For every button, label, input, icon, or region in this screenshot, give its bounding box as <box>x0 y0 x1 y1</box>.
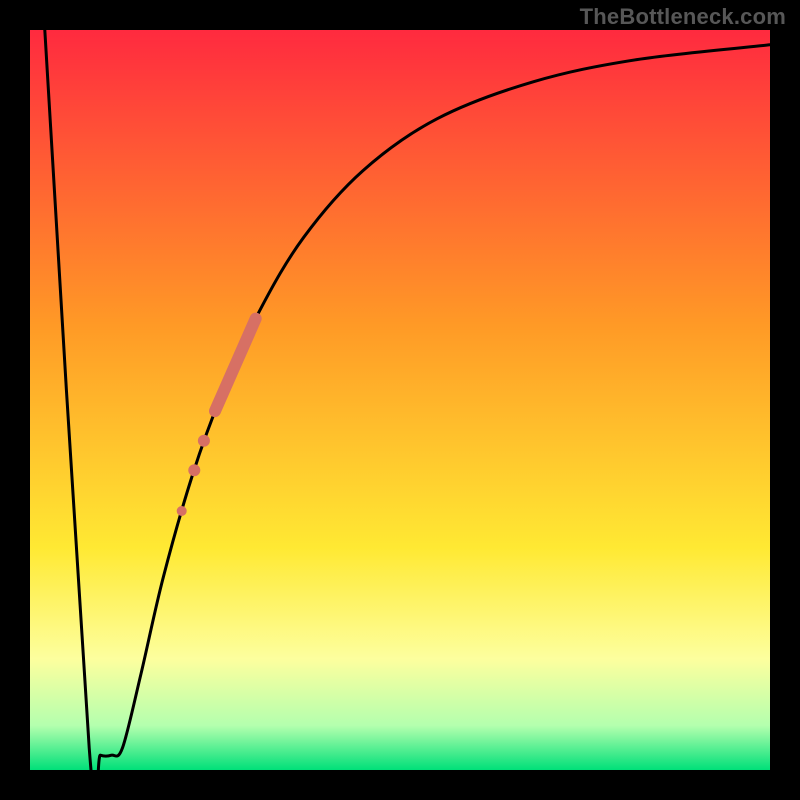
bottleneck-chart <box>30 30 770 770</box>
highlight-dot <box>177 506 187 516</box>
highlight-dot <box>188 464 200 476</box>
highlight-dot <box>198 435 210 447</box>
watermark-text: TheBottleneck.com <box>580 4 786 30</box>
chart-frame: TheBottleneck.com <box>0 0 800 800</box>
